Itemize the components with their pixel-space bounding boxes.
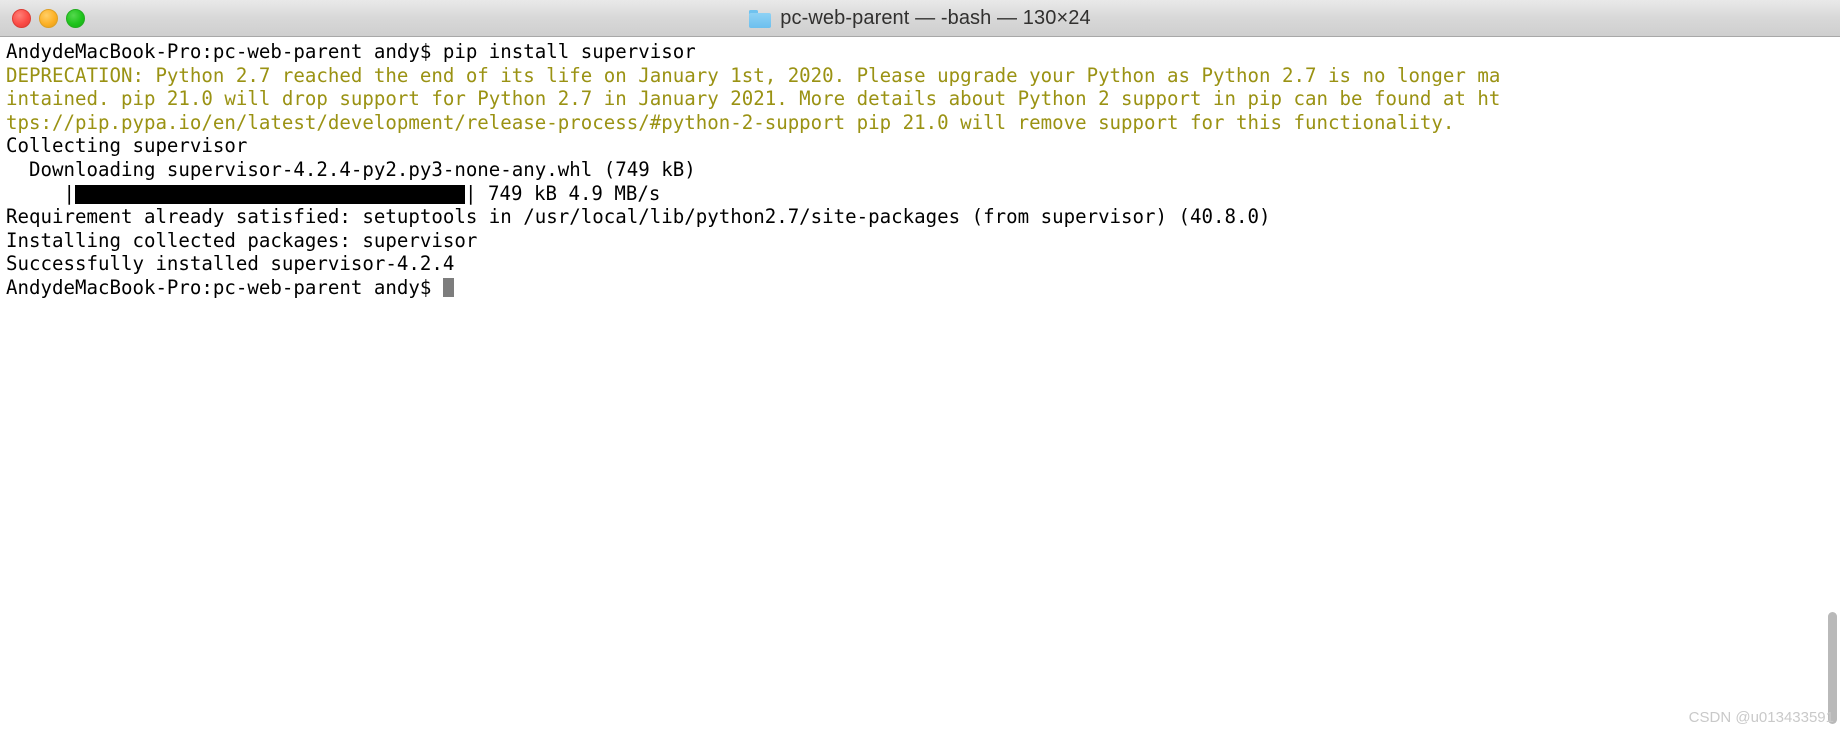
shell-prompt: AndydeMacBook-Pro:pc-web-parent andy$	[6, 275, 443, 299]
text-cursor[interactable]	[442, 277, 454, 297]
terminal-line: Collecting supervisor	[6, 134, 248, 158]
progress-prefix: |	[6, 181, 75, 205]
maximize-button-icon[interactable]	[66, 8, 85, 28]
shell-prompt-line: AndydeMacBook-Pro:pc-web-parent andy$ pi…	[6, 40, 696, 63]
terminal-line: Successfully installed supervisor-4.2.4	[6, 252, 455, 276]
folder-icon	[749, 9, 772, 28]
watermark: CSDN @u013433591	[1688, 709, 1834, 726]
terminal-line: Requirement already satisfied: setuptool…	[6, 205, 1271, 229]
progress-suffix: | 749 kB 4.9 MB/s	[464, 181, 661, 205]
vertical-scrollbar[interactable]	[1828, 612, 1837, 724]
terminal-line: Installing collected packages: superviso…	[6, 228, 478, 252]
terminal-line: DEPRECATION: Python 2.7 reached the end …	[6, 63, 1501, 87]
terminal-lines: AndydeMacBook-Pro:pc-web-parent andy$ pi…	[6, 40, 1840, 300]
terminal-line: Downloading supervisor-4.2.4-py2.py3-non…	[6, 157, 696, 181]
terminal-window: pc-web-parent — -bash — 130×24 AndydeMac…	[0, 0, 1840, 732]
window-title-group: pc-web-parent — -bash — 130×24	[0, 0, 1840, 37]
terminal-line: AndydeMacBook-Pro:pc-web-parent andy$	[6, 276, 1840, 300]
window-title: pc-web-parent — -bash — 130×24	[780, 7, 1091, 29]
terminal-output-area[interactable]: AndydeMacBook-Pro:pc-web-parent andy$ pi…	[0, 37, 1840, 732]
window-titlebar[interactable]: pc-web-parent — -bash — 130×24	[0, 0, 1840, 37]
terminal-line: | | 749 kB 4.9 MB/s	[6, 182, 1840, 206]
terminal-line: intained. pip 21.0 will drop support for…	[6, 87, 1501, 111]
terminal-line: tps://pip.pypa.io/en/latest/development/…	[6, 110, 1455, 134]
download-progress-bar	[74, 184, 465, 204]
minimize-button-icon[interactable]	[39, 8, 58, 28]
window-controls	[0, 8, 85, 28]
close-button-icon[interactable]	[12, 8, 31, 28]
